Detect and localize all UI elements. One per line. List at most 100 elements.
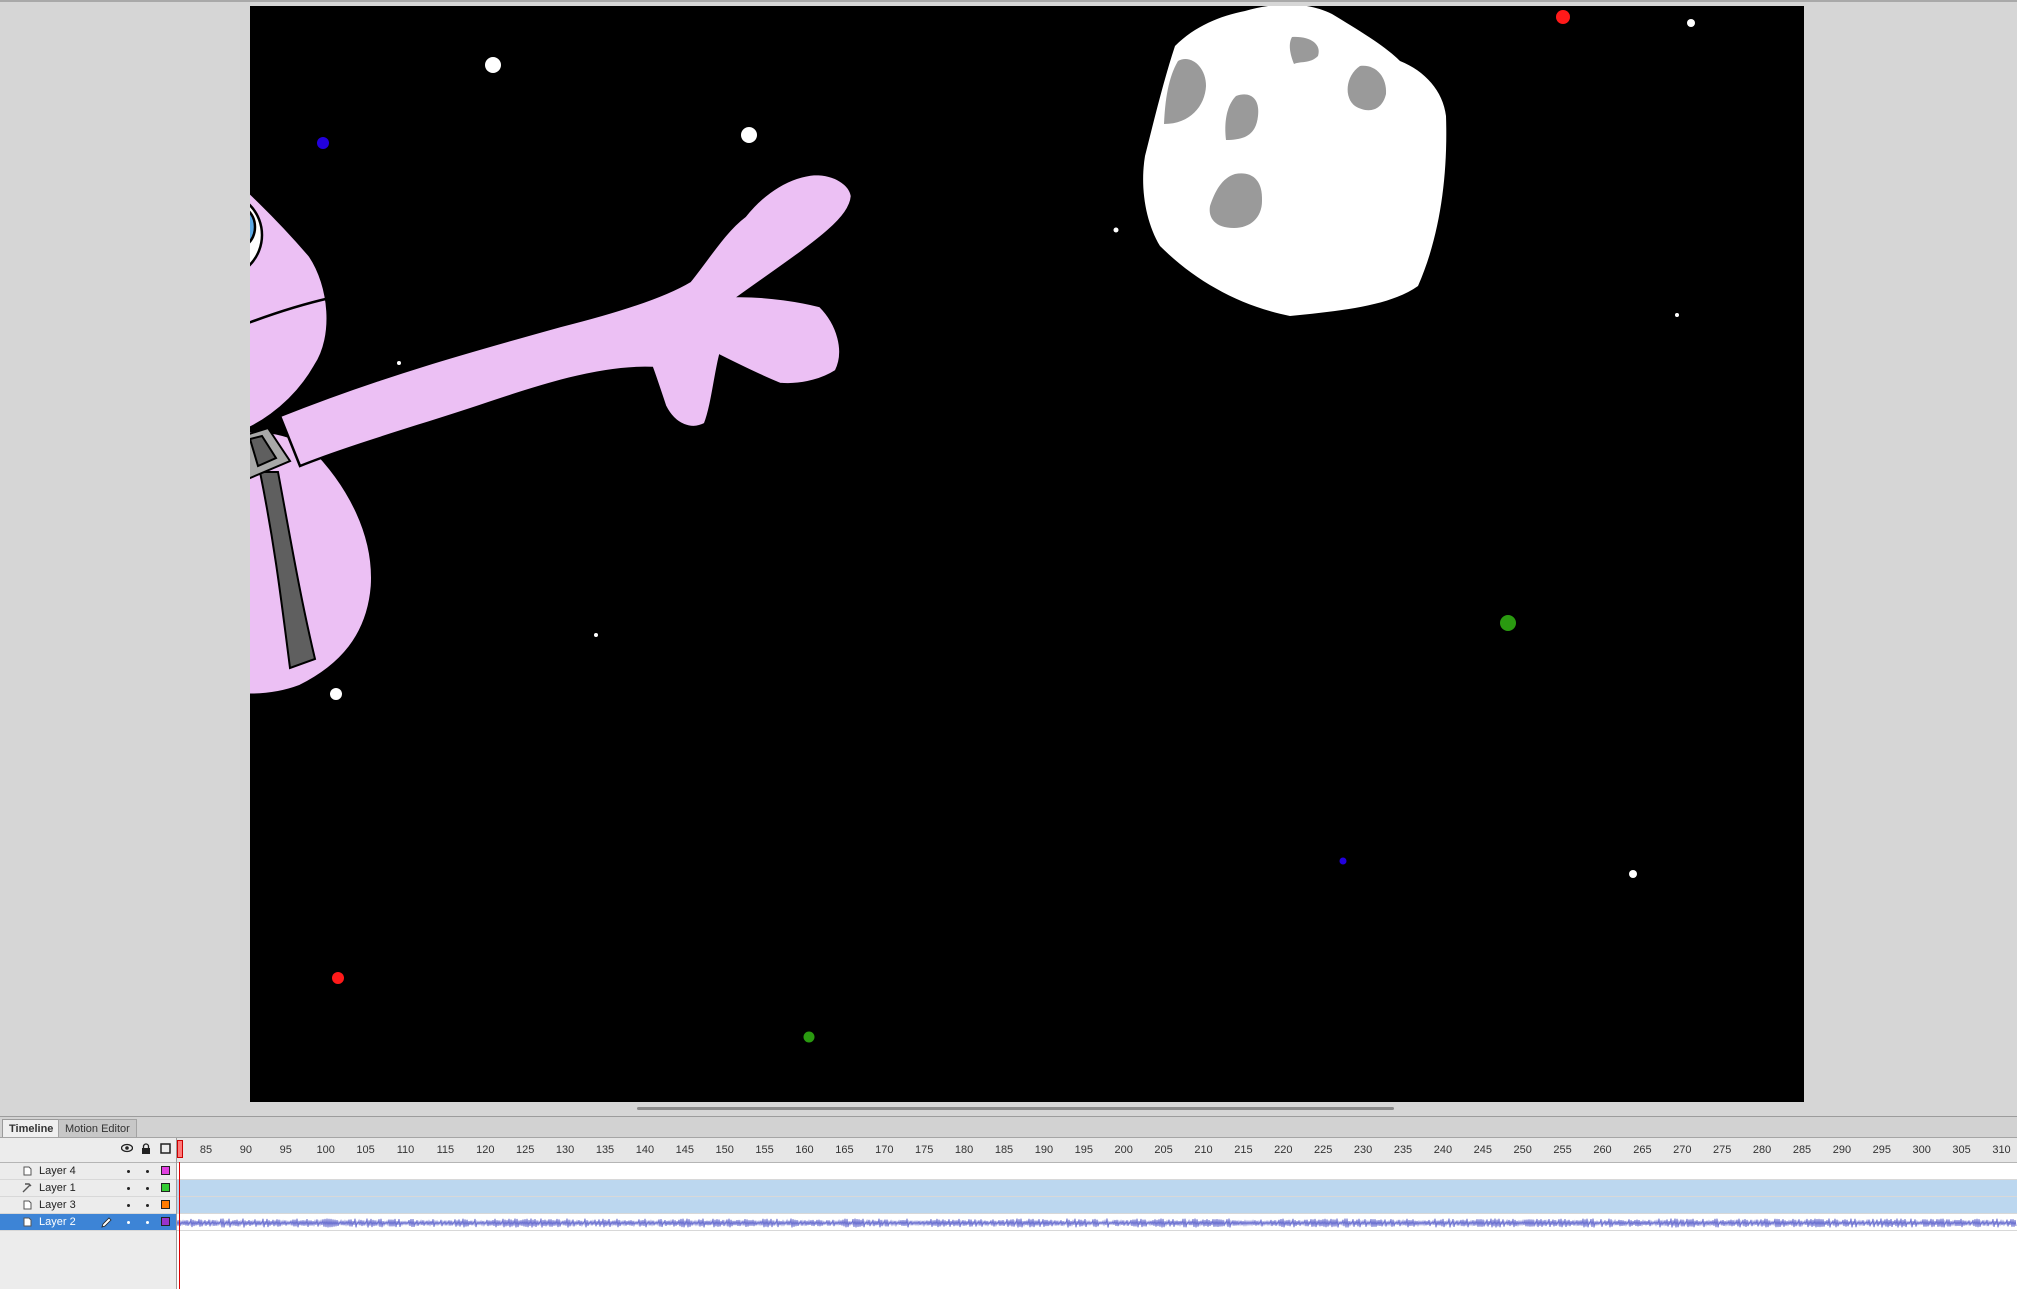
star	[332, 972, 344, 984]
playhead[interactable]	[177, 1140, 183, 1158]
star	[803, 1031, 815, 1043]
star	[1113, 227, 1119, 233]
frame-ruler[interactable]: 85 90 95 100 105 110 115 120 125 130 135 140 145 150 1…	[177, 1138, 2017, 1163]
ruler-tick-label: 275	[1713, 1144, 1732, 1156]
ruler-tick-label: 210	[1194, 1144, 1213, 1156]
frame-row-layer-1[interactable]	[177, 1180, 2017, 1197]
horizontal-scrollbar[interactable]	[637, 1107, 1394, 1110]
ruler-tick-label: 195	[1074, 1144, 1093, 1156]
lock-dot[interactable]	[146, 1221, 149, 1224]
layer-color-swatch[interactable]	[161, 1217, 170, 1226]
star	[485, 57, 501, 73]
ruler-tick-label: 110	[396, 1144, 415, 1156]
layer-name: Layer 1	[39, 1182, 76, 1194]
ruler-tick-label: 140	[635, 1144, 655, 1156]
layer-icon	[23, 1200, 32, 1210]
right-arm	[278, 172, 854, 468]
ruler-tick-label: 185	[994, 1144, 1014, 1156]
ruler-tick-label: 290	[1832, 1144, 1852, 1156]
ruler-tick-label: 240	[1433, 1144, 1453, 1156]
star	[1500, 615, 1516, 631]
star	[1629, 870, 1637, 878]
visibility-dot[interactable]	[127, 1204, 130, 1207]
ruler-tick-label: 220	[1274, 1144, 1293, 1156]
ruler-tick-label: 310	[1992, 1144, 2011, 1156]
guide-layer-icon	[22, 1183, 32, 1193]
star	[1687, 19, 1695, 27]
ruler-tick-label: 105	[356, 1144, 375, 1156]
layer-header	[0, 1138, 176, 1163]
layer-row[interactable]: Layer 1	[0, 1180, 176, 1197]
layer-row-selected[interactable]: Layer 2	[0, 1214, 176, 1231]
star	[1675, 313, 1679, 317]
ruler-tick-label: 200	[1114, 1144, 1133, 1156]
ruler-tick-label: 230	[1353, 1144, 1373, 1156]
lock-dot[interactable]	[146, 1204, 149, 1207]
panel-tab-bar: Timeline Motion Editor	[0, 1117, 2017, 1138]
layer-color-swatch[interactable]	[161, 1183, 170, 1192]
tab-motion-editor[interactable]: Motion Editor	[58, 1119, 137, 1137]
frame-row-layer-3[interactable]	[177, 1197, 2017, 1214]
ruler-tick-label: 305	[1952, 1144, 1971, 1156]
layer-name: Layer 2	[39, 1216, 76, 1228]
ruler-tick-label: 285	[1792, 1144, 1812, 1156]
stage[interactable]	[250, 6, 1804, 1102]
tab-timeline[interactable]: Timeline	[2, 1119, 61, 1137]
ruler-tick-label: 155	[755, 1144, 774, 1156]
ruler-tick-label: 160	[795, 1144, 814, 1156]
ruler-tick-label: 225	[1314, 1144, 1333, 1156]
ruler-tick-label: 135	[595, 1144, 615, 1156]
eye-icon[interactable]	[121, 1143, 133, 1153]
timeline-panel: Timeline Motion Editor Layer 4 Layer 1 L…	[0, 1116, 2017, 1289]
layer-row[interactable]: Layer 3	[0, 1197, 176, 1214]
lock-dot[interactable]	[146, 1170, 149, 1173]
frame-row-layer-4[interactable]	[177, 1163, 2017, 1180]
lock-dot[interactable]	[146, 1187, 149, 1190]
ruler-tick-label: 100	[316, 1144, 335, 1156]
ruler-tick-label: 120	[476, 1144, 495, 1156]
visibility-dot[interactable]	[127, 1221, 130, 1224]
star	[330, 688, 342, 700]
ruler-tick-label: 145	[675, 1144, 694, 1156]
ruler-tick-label: 115	[436, 1144, 455, 1156]
star	[317, 137, 329, 149]
layer-color-swatch[interactable]	[161, 1200, 170, 1209]
lock-icon[interactable]	[141, 1143, 151, 1154]
ruler-tick-label: 295	[1872, 1144, 1891, 1156]
outline-icon[interactable]	[160, 1143, 171, 1154]
ruler-tick-label: 90	[239, 1144, 253, 1156]
playhead-line	[179, 1162, 180, 1289]
visibility-dot[interactable]	[127, 1170, 130, 1173]
ruler-tick-label: 215	[1234, 1144, 1253, 1156]
ruler-tick-label: 165	[835, 1144, 854, 1156]
alien-character	[250, 172, 854, 696]
ruler-tick-label: 250	[1513, 1144, 1532, 1156]
layer-color-swatch[interactable]	[161, 1166, 170, 1175]
layer-icon	[23, 1217, 32, 1227]
audio-waveform	[176, 1218, 2017, 1228]
ruler-tick-label: 255	[1553, 1144, 1572, 1156]
visibility-dot[interactable]	[127, 1187, 130, 1190]
ruler-tick-label: 265	[1633, 1144, 1652, 1156]
layer-icon	[23, 1166, 32, 1176]
star	[1556, 10, 1570, 24]
layer-name: Layer 4	[39, 1165, 76, 1177]
pencil-icon	[101, 1217, 112, 1228]
ruler-tick-label: 300	[1912, 1144, 1931, 1156]
layer-row[interactable]: Layer 4	[0, 1163, 176, 1180]
ruler-tick-label: 245	[1473, 1144, 1492, 1156]
ruler-tick-label: 85	[199, 1144, 213, 1156]
frame-row-layer-2[interactable]	[176, 1214, 2017, 1231]
workspace[interactable]	[0, 0, 2017, 1116]
ruler-tick-label: 150	[715, 1144, 734, 1156]
stage-artwork	[250, 6, 1695, 1043]
ruler-tick-label: 130	[555, 1144, 575, 1156]
ruler-tick-label: 170	[875, 1144, 894, 1156]
star	[397, 361, 401, 365]
ruler-tick-label: 260	[1593, 1144, 1612, 1156]
head	[250, 191, 329, 430]
ruler-tick-label: 125	[516, 1144, 535, 1156]
layer-list: Layer 4 Layer 1 Layer 3 Layer 2	[0, 1138, 177, 1289]
ruler-tick-label: 280	[1752, 1144, 1772, 1156]
frame-area[interactable]: 85 90 95 100 105 110 115 120 125 130 135 140 145 150 1…	[176, 1138, 2017, 1289]
